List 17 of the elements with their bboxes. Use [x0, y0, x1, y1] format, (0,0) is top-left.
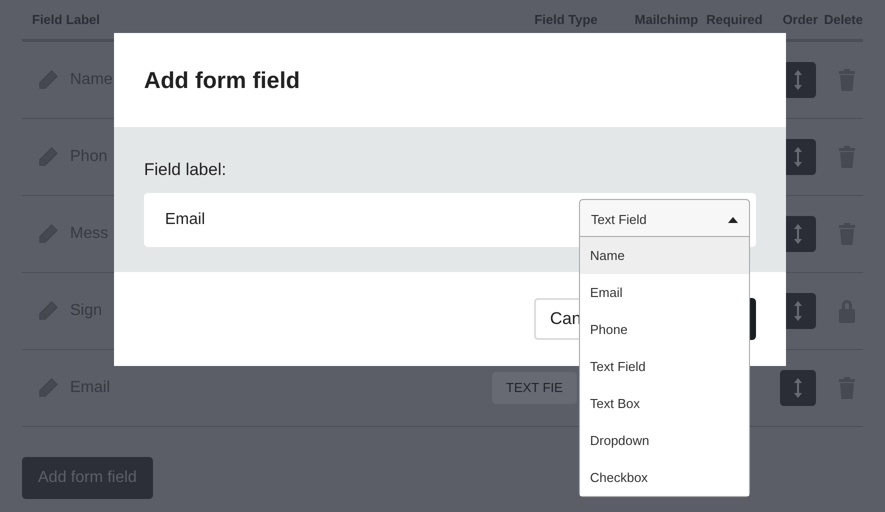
- pencil-icon: [37, 223, 59, 245]
- label-input-field[interactable]: Email Text Field: [144, 192, 756, 246]
- pencil-icon: [37, 146, 59, 168]
- field-type-tag: TEXT FIE: [492, 372, 577, 404]
- vertical-arrow-icon: [793, 223, 803, 245]
- modal-title: Add form field: [144, 66, 300, 95]
- vertical-arrow-icon: [793, 300, 803, 322]
- vertical-arrow-icon: [793, 69, 803, 91]
- pencil-icon: [37, 69, 59, 91]
- field-label-caption: Field label:: [144, 159, 228, 181]
- dropdown-option[interactable]: Name: [580, 237, 749, 274]
- caret-up-icon: [728, 216, 738, 222]
- confirm-button[interactable]: [750, 298, 756, 340]
- pencil-icon: [37, 377, 59, 399]
- pencil-icon: [37, 300, 59, 322]
- vertical-arrow-icon: [793, 146, 803, 168]
- vertical-arrow-icon: [793, 377, 803, 399]
